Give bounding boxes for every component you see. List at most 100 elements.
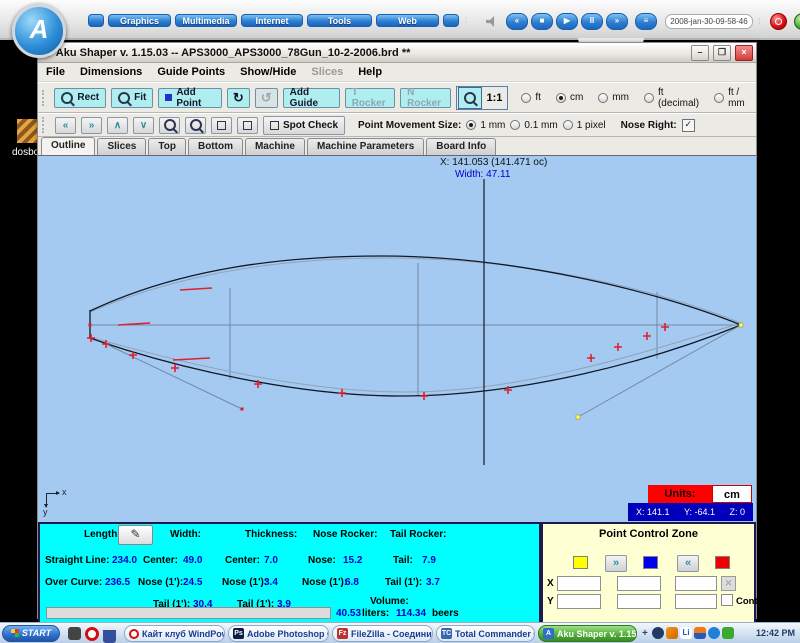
taskbar-button-aku-shaper-active[interactable]: A Aku Shaper v. 1.15.03 --... (538, 625, 637, 642)
control-point-cross[interactable] (587, 354, 595, 362)
control-point-cross[interactable] (338, 389, 346, 397)
menu-show-hide[interactable]: Show/Hide (240, 66, 296, 78)
spot-check-button[interactable]: Spot Check (263, 116, 345, 135)
tab-machine[interactable]: Machine (245, 138, 305, 155)
quick-launch-grab-icon[interactable] (68, 627, 81, 640)
pcz-x-input-1[interactable] (557, 576, 601, 591)
taskbar-button-photoshop[interactable]: Ps Adobe Photoshop CS3 E... (228, 625, 329, 642)
tail-control-handle[interactable] (106, 344, 242, 409)
shell-menu-tools[interactable]: Tools (307, 14, 372, 27)
zoom-in-button[interactable] (159, 117, 180, 134)
quick-launch-opera-icon[interactable] (85, 627, 99, 641)
media-menu-button[interactable]: ≡ (635, 13, 657, 30)
menu-guide-points[interactable]: Guide Points (157, 66, 225, 78)
window-titlebar[interactable]: ♨ Aku Shaper v. 1.15.03 -- APS3000_APS30… (38, 43, 756, 63)
taskbar-button-opera[interactable]: Кайт клуб WindPower Cl... (124, 625, 225, 642)
tab-bottom[interactable]: Bottom (188, 138, 243, 155)
control-point-cross[interactable] (87, 334, 95, 342)
tray-icon-1[interactable] (652, 627, 664, 639)
next-point-button[interactable]: » (605, 555, 627, 572)
unit-radio-mm[interactable]: mm (598, 92, 629, 103)
start-button[interactable]: START (2, 625, 60, 642)
add-guide-button[interactable]: Add Guide (283, 88, 340, 108)
media-stop-button[interactable]: ■ (531, 13, 553, 30)
media-prev-button[interactable]: « (506, 13, 528, 30)
shell-green-button[interactable] (794, 13, 800, 30)
shell-cap-left[interactable] (88, 14, 104, 27)
quick-launch-save-icon[interactable] (103, 627, 116, 643)
control-point-cross[interactable] (420, 392, 428, 400)
pan-down-button[interactable]: ∨ (133, 117, 154, 134)
menu-dimensions[interactable]: Dimensions (80, 66, 142, 78)
tray-icon-pencil[interactable] (666, 627, 678, 639)
control-point-cross[interactable] (614, 343, 622, 351)
toolbar-drag-handle[interactable] (42, 117, 48, 133)
fit-zoom-button[interactable]: Fit (111, 88, 153, 108)
pcz-y-input-2[interactable] (617, 594, 661, 609)
pan-left-button[interactable]: « (55, 117, 76, 134)
size-radio-1pixel[interactable]: 1 pixel (563, 120, 606, 131)
tab-slices[interactable]: Slices (97, 138, 146, 155)
prev-point-button[interactable]: « (677, 555, 699, 572)
endpoint-handle-dot[interactable] (739, 323, 743, 327)
power-button[interactable] (770, 13, 787, 30)
aston-logo[interactable]: A (12, 4, 66, 58)
media-play-button[interactable]: ▶ (556, 13, 578, 30)
shell-menu-web[interactable]: Web (376, 14, 439, 27)
minimize-button[interactable]: – (691, 45, 709, 61)
control-point-cross[interactable] (171, 364, 179, 372)
zoom-one-to-one-button[interactable] (458, 87, 482, 109)
pcz-x-input-3[interactable] (675, 576, 717, 591)
shell-cap-right[interactable] (443, 14, 459, 27)
maximize-button[interactable]: ❒ (713, 45, 731, 61)
tray-expand-button[interactable]: + (642, 628, 648, 639)
control-point-dot[interactable] (89, 324, 92, 327)
tab-outline[interactable]: Outline (41, 137, 95, 155)
tray-icon-3[interactable] (708, 627, 720, 639)
control-point-dot[interactable] (241, 408, 244, 411)
size-radio-1mm[interactable]: 1 mm (466, 120, 505, 131)
control-point-cross[interactable] (661, 323, 669, 331)
nose-right-checkbox[interactable] (682, 119, 695, 132)
board-design-canvas[interactable]: X: 141.053 (141.471 oc) Width: 47.11 x y… (38, 155, 756, 522)
select-region-button-2[interactable] (237, 117, 258, 134)
add-point-button[interactable]: Add Point (158, 88, 222, 108)
unit-radio-ft[interactable]: ft (521, 92, 541, 103)
shell-menu-graphics[interactable]: Graphics (108, 14, 171, 27)
tray-icon-4[interactable] (722, 627, 734, 639)
control-point-cross[interactable] (102, 340, 110, 348)
unit-radio-ft-mm[interactable]: ft / mm (714, 87, 752, 109)
pcz-y-input-3[interactable] (675, 594, 717, 609)
edit-dimensions-button[interactable]: ✎ (118, 525, 153, 545)
control-point-cross[interactable] (643, 332, 651, 340)
tray-icon-2[interactable] (694, 627, 706, 639)
media-pause-button[interactable]: II (581, 13, 603, 30)
cont-checkbox[interactable] (721, 594, 733, 606)
menu-file[interactable]: File (46, 66, 65, 78)
tab-top[interactable]: Top (148, 138, 186, 155)
toolbar-drag-handle[interactable] (42, 90, 47, 106)
pcz-y-input-1[interactable] (557, 594, 601, 609)
speaker-icon[interactable] (486, 16, 499, 27)
pan-up-button[interactable]: ∧ (107, 117, 128, 134)
taskbar-button-total-commander[interactable]: TC Total Commander 6.54a ... (436, 625, 535, 642)
tab-board-info[interactable]: Board Info (426, 138, 496, 155)
endpoint-handle-dot[interactable] (576, 415, 580, 419)
tab-machine-parameters[interactable]: Machine Parameters (307, 138, 424, 155)
select-region-button[interactable] (211, 117, 232, 134)
taskbar-button-filezilla[interactable]: Fz FileZilla - Соединились с... (332, 625, 433, 642)
rotate-button[interactable]: ↻ (227, 88, 250, 108)
pan-right-button[interactable]: » (81, 117, 102, 134)
size-radio-01mm[interactable]: 0.1 mm (510, 120, 557, 131)
zoom-out-button[interactable] (185, 117, 206, 134)
board-outline-top[interactable] (90, 256, 741, 325)
rect-zoom-button[interactable]: Rect (54, 88, 106, 108)
unit-radio-ft-decimal[interactable]: ft (decimal) (644, 87, 699, 109)
shell-menu-internet[interactable]: Internet (241, 14, 303, 27)
close-button[interactable]: × (735, 45, 753, 61)
shell-menu-multimedia[interactable]: Multimedia (175, 14, 237, 27)
media-next-button[interactable]: » (606, 13, 628, 30)
pcz-x-input-2[interactable] (617, 576, 661, 591)
tray-icon-li[interactable]: Li (680, 627, 692, 639)
menu-help[interactable]: Help (358, 66, 382, 78)
